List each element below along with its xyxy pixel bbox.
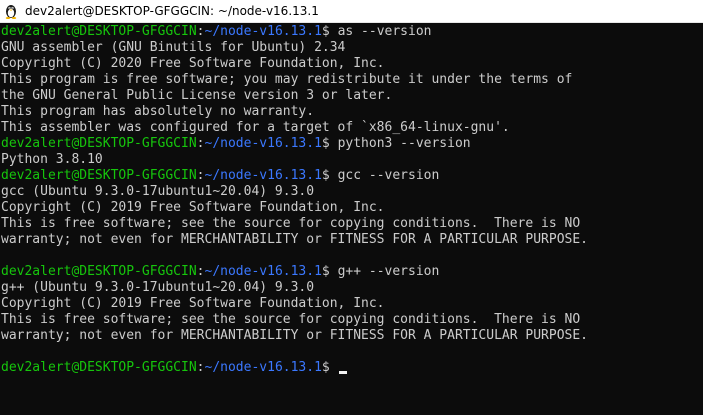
prompt-separator: : xyxy=(196,168,205,183)
prompt-separator: : xyxy=(196,136,205,151)
prompt-user-host: dev2alert@DESKTOP-GFGGCIN xyxy=(1,168,197,183)
prompt-symbol: $ xyxy=(321,264,338,279)
prompt-line: dev2alert@DESKTOP-GFGGCIN:~/node-v16.13.… xyxy=(1,24,703,40)
output-line: the GNU General Public License version 3… xyxy=(1,88,393,103)
prompt-path: ~/node-v16.13.1 xyxy=(204,136,322,151)
output-line: This is free software; see the source fo… xyxy=(1,312,581,327)
prompt-line: dev2alert@DESKTOP-GFGGCIN:~/node-v16.13.… xyxy=(1,360,703,376)
output-line: Copyright (C) 2019 Free Software Foundat… xyxy=(1,200,385,215)
prompt-separator: : xyxy=(196,360,205,375)
output-line: This is free software; see the source fo… xyxy=(1,216,581,231)
prompt-separator: : xyxy=(196,264,205,279)
output-line: warranty; not even for MERCHANTABILITY o… xyxy=(1,232,588,247)
command-text: g++ --version xyxy=(337,264,440,279)
output-line: This program is free software; you may r… xyxy=(1,72,573,87)
prompt-line: dev2alert@DESKTOP-GFGGCIN:~/node-v16.13.… xyxy=(1,168,703,184)
output-line: warranty; not even for MERCHANTABILITY o… xyxy=(1,328,588,343)
command-text: as --version xyxy=(337,24,432,39)
command-text: gcc --version xyxy=(337,168,440,183)
prompt-separator: : xyxy=(196,24,205,39)
window-title: dev2alert@DESKTOP-GFGGCIN: ~/node-v16.13… xyxy=(25,4,319,18)
prompt-user-host: dev2alert@DESKTOP-GFGGCIN xyxy=(1,24,197,39)
text-cursor xyxy=(338,371,347,374)
prompt-symbol: $ xyxy=(321,136,338,151)
output-line: gcc (Ubuntu 9.3.0-17ubuntu1~20.04) 9.3.0 xyxy=(1,184,315,199)
prompt-path: ~/node-v16.13.1 xyxy=(204,168,322,183)
prompt-line: dev2alert@DESKTOP-GFGGCIN:~/node-v16.13.… xyxy=(1,136,703,152)
output-line: Python 3.8.10 xyxy=(1,152,103,167)
title-bar[interactable]: dev2alert@DESKTOP-GFGGCIN: ~/node-v16.13… xyxy=(0,0,703,23)
output-line: GNU assembler (GNU Binutils for Ubuntu) … xyxy=(1,40,346,55)
prompt-user-host: dev2alert@DESKTOP-GFGGCIN xyxy=(1,264,197,279)
output-line: g++ (Ubuntu 9.3.0-17ubuntu1~20.04) 9.3.0 xyxy=(1,280,315,295)
terminal-output[interactable]: dev2alert@DESKTOP-GFGGCIN:~/node-v16.13.… xyxy=(0,23,703,415)
prompt-user-host: dev2alert@DESKTOP-GFGGCIN xyxy=(1,136,197,151)
output-line: Copyright (C) 2020 Free Software Foundat… xyxy=(1,56,385,71)
output-line: Copyright (C) 2019 Free Software Foundat… xyxy=(1,296,385,311)
prompt-line: dev2alert@DESKTOP-GFGGCIN:~/node-v16.13.… xyxy=(1,264,703,280)
terminal-window: dev2alert@DESKTOP-GFGGCIN: ~/node-v16.13… xyxy=(0,0,703,415)
prompt-user-host: dev2alert@DESKTOP-GFGGCIN xyxy=(1,360,197,375)
prompt-symbol: $ xyxy=(321,24,338,39)
linux-penguin-icon xyxy=(3,3,19,19)
prompt-symbol: $ xyxy=(321,360,338,375)
command-text: python3 --version xyxy=(337,136,471,151)
output-line: This program has absolutely no warranty. xyxy=(1,104,315,119)
prompt-symbol: $ xyxy=(321,168,338,183)
output-line: This assembler was configured for a targ… xyxy=(1,120,510,135)
prompt-path: ~/node-v16.13.1 xyxy=(204,360,322,375)
prompt-path: ~/node-v16.13.1 xyxy=(204,264,322,279)
prompt-path: ~/node-v16.13.1 xyxy=(204,24,322,39)
